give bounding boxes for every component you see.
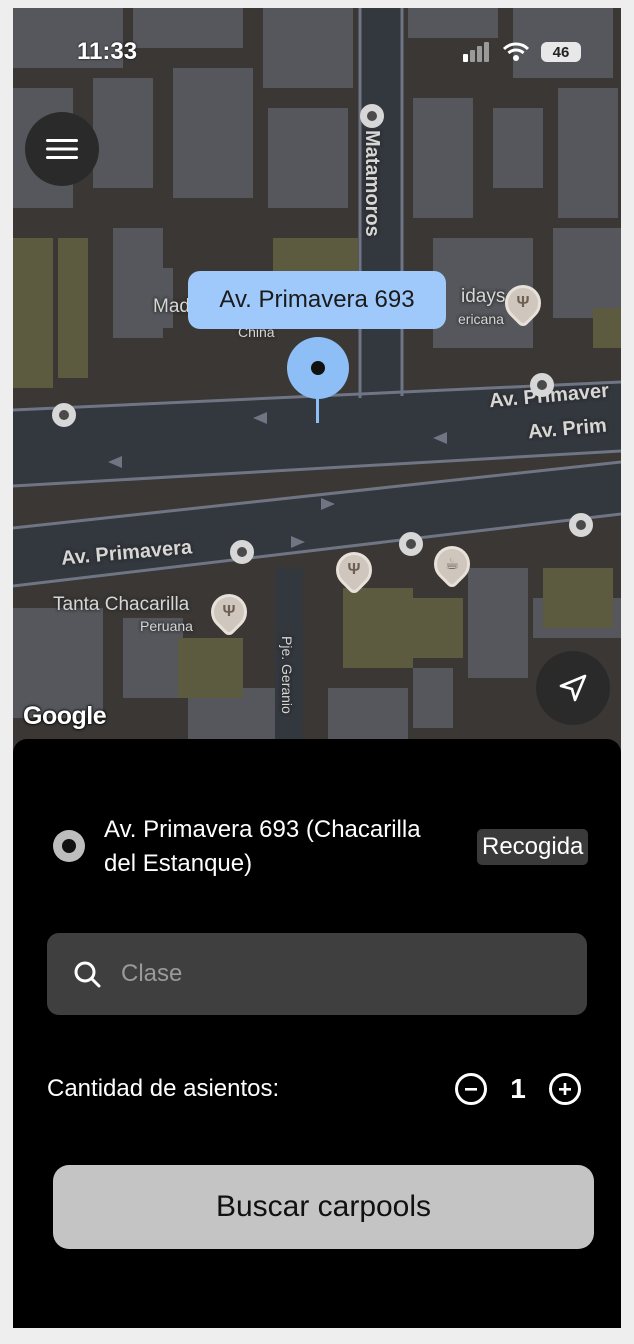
map-label-geranio: Pje. Geranio xyxy=(279,636,295,714)
bus-stop-marker[interactable] xyxy=(399,532,423,556)
map-label-madam: Mad xyxy=(153,296,190,317)
bottom-sheet: Av. Primavera 693 (Chacarilla del Estanq… xyxy=(13,739,621,1328)
seats-count: 1 xyxy=(510,1073,526,1104)
pickup-badge: Recogida xyxy=(477,829,589,865)
map-label-tanta: Tanta Chacarilla xyxy=(53,594,190,615)
class-search-input[interactable] xyxy=(119,959,563,989)
pin-dot xyxy=(311,361,325,375)
status-icons: 46 xyxy=(463,42,581,62)
bus-stop-marker[interactable] xyxy=(230,540,254,564)
map-label-fridays: idays xyxy=(461,286,506,307)
navigation-arrow-icon xyxy=(559,674,587,702)
origin-radio[interactable] xyxy=(53,830,85,862)
battery-indicator: 46 xyxy=(541,42,581,62)
pin-address-bubble[interactable]: Av. Primavera 693 xyxy=(188,271,446,329)
minus-icon xyxy=(465,1088,477,1091)
bus-stop-marker[interactable] xyxy=(530,373,554,397)
status-time: 11:33 xyxy=(77,38,138,65)
fork-knife-icon: Ψ xyxy=(347,561,361,578)
origin-address: Av. Primavera 693 (Chacarilla del Estanq… xyxy=(104,816,421,877)
coffee-cup-icon: ☕ xyxy=(444,556,460,573)
app-screen: Matamoros Av. Primavera Av. Primaver Av.… xyxy=(13,8,621,1328)
location-pin[interactable] xyxy=(287,337,349,399)
signal-icon xyxy=(463,42,489,62)
fork-knife-icon: Ψ xyxy=(516,294,530,311)
seats-label: Cantidad de asientos: xyxy=(47,1075,280,1102)
fork-knife-icon: Ψ xyxy=(222,603,236,620)
search-field[interactable] xyxy=(47,933,587,1015)
wifi-icon xyxy=(503,42,529,61)
location-pin-stem xyxy=(316,397,319,423)
search-carpools-button[interactable]: Buscar carpools xyxy=(53,1165,594,1249)
my-location-button[interactable] xyxy=(536,651,610,725)
bus-stop-marker[interactable] xyxy=(52,403,76,427)
menu-button[interactable] xyxy=(25,112,99,186)
decrease-seats-button[interactable] xyxy=(455,1073,487,1105)
bus-stop-marker[interactable] xyxy=(360,104,384,128)
bus-stop-marker[interactable] xyxy=(569,513,593,537)
google-logo: Google xyxy=(23,702,107,730)
plus-icon xyxy=(559,1083,571,1095)
seats-stepper: 1 xyxy=(455,1073,581,1105)
increase-seats-button[interactable] xyxy=(549,1073,581,1105)
map-view[interactable]: Matamoros Av. Primavera Av. Primaver Av.… xyxy=(13,8,621,768)
hamburger-icon xyxy=(46,139,78,159)
search-icon xyxy=(74,961,101,988)
map-label-peruana: Peruana xyxy=(140,618,193,634)
map-label-americana: ericana xyxy=(458,311,504,327)
map-label-matamoros: Matamoros xyxy=(361,130,383,237)
